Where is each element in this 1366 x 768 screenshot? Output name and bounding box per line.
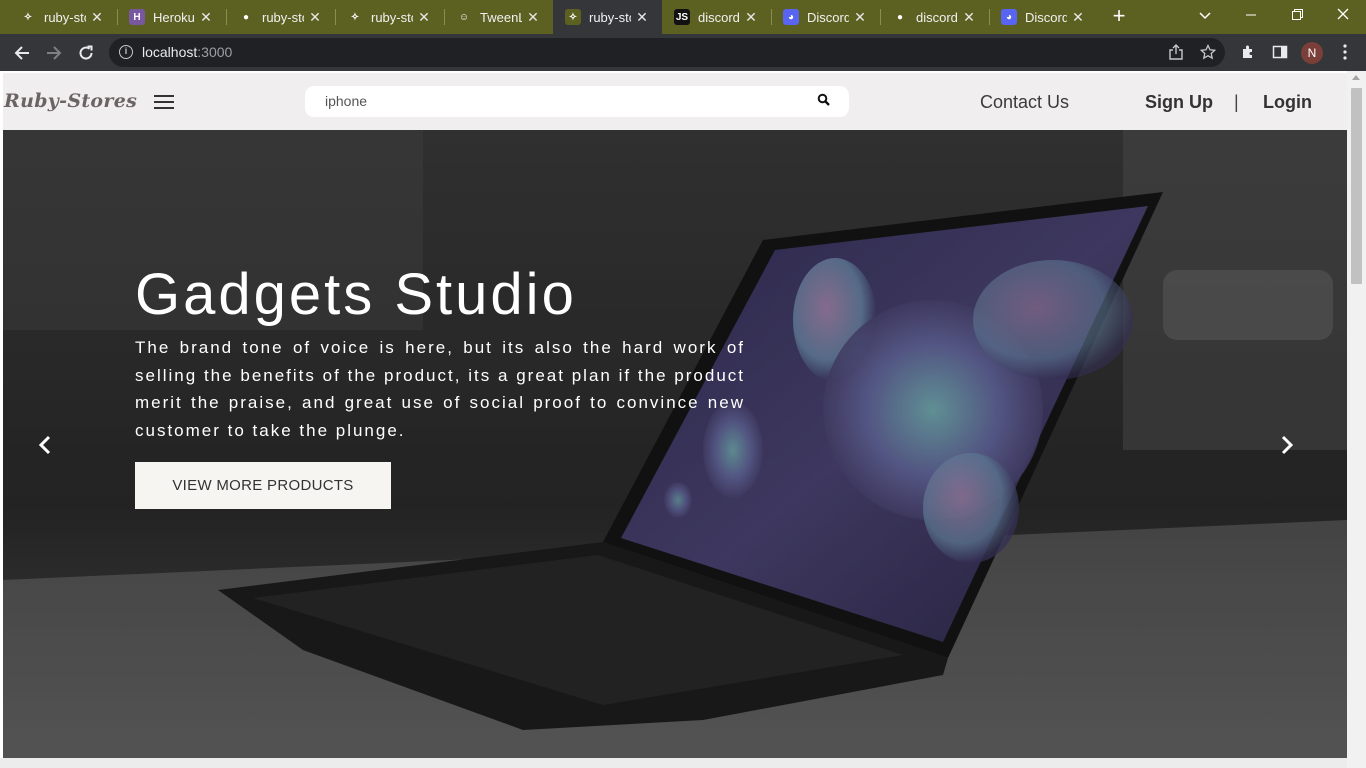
discordjs-icon: JS [674, 9, 690, 25]
profile-avatar[interactable]: N [1301, 42, 1323, 64]
heroku-icon: H [129, 9, 145, 25]
browser-tab[interactable]: ✧ ruby-sto✕ [335, 0, 444, 34]
horizontal-scrollbar[interactable] [0, 758, 1347, 768]
tab-title: ruby-sto [262, 9, 304, 25]
minimize-icon [1246, 14, 1256, 16]
url-text[interactable]: localhost:3000 [142, 44, 232, 60]
close-tab-icon[interactable]: ✕ [1070, 9, 1086, 25]
hero-laptop-image [3, 130, 1347, 758]
minimize-button[interactable] [1228, 0, 1274, 32]
close-tab-icon[interactable]: ✕ [961, 9, 977, 25]
github-icon: ● [892, 9, 908, 25]
sign-up-link[interactable]: Sign Up [1145, 92, 1213, 113]
back-button[interactable] [10, 41, 34, 65]
arrow-right-icon [47, 46, 62, 60]
carousel-prev-button[interactable] [35, 430, 55, 460]
browser-tab[interactable]: ☺ TweenLi✕ [444, 0, 553, 34]
scroll-up-arrow-icon[interactable] [1352, 75, 1360, 80]
hero-text-block: Gadgets Studio The brand tone of voice i… [135, 260, 745, 444]
discord-icon: ◕ [783, 9, 799, 25]
search-bar [305, 86, 849, 117]
tab-search-button[interactable] [1182, 0, 1228, 32]
chevron-down-icon [1199, 12, 1211, 20]
tab-title: TweenLi [480, 9, 522, 25]
page-viewport: Ruby-Stores Contact Us Sign Up | Login [0, 71, 1366, 768]
tab-title: discord- [916, 9, 958, 25]
tab-title: ruby-sto [589, 9, 631, 25]
close-tab-icon[interactable]: ✕ [743, 9, 759, 25]
tab-title: discord.j [698, 9, 740, 25]
vertical-scrollbar[interactable] [1347, 71, 1366, 768]
tab-title: Discord [807, 9, 849, 25]
bookmark-star-icon[interactable] [1199, 43, 1217, 62]
new-tab-button[interactable]: + [1108, 5, 1130, 27]
restore-button[interactable] [1274, 0, 1320, 32]
url-host: localhost [142, 44, 198, 60]
close-tab-icon[interactable]: ✕ [416, 9, 432, 25]
close-icon [1337, 8, 1349, 20]
close-tab-icon[interactable]: ✕ [198, 9, 214, 25]
address-bar[interactable]: i localhost:3000 [109, 38, 1225, 67]
tab-title: ruby-sto [371, 9, 413, 25]
scrollbar-thumb[interactable] [1351, 88, 1362, 284]
extensions-puzzle-icon[interactable] [1238, 41, 1258, 63]
browser-tab[interactable]: ◕ Discord ✕ [989, 0, 1098, 34]
hero-carousel: Gadgets Studio The brand tone of voice i… [3, 130, 1347, 758]
browser-tab[interactable]: ✧ ruby-sto✕ [8, 0, 117, 34]
close-tab-icon[interactable]: ✕ [89, 9, 105, 25]
site-logo[interactable]: Ruby-Stores [4, 90, 137, 112]
share-icon[interactable] [1167, 44, 1185, 62]
hero-description: The brand tone of voice is here, but its… [135, 338, 745, 440]
hero-title: Gadgets Studio [135, 262, 577, 327]
browser-tab[interactable]: JS discord.j✕ [662, 0, 771, 34]
page-frame: Ruby-Stores Contact Us Sign Up | Login [3, 73, 1347, 758]
browser-tab[interactable]: H Heroku |✕ [117, 0, 226, 34]
restore-icon [1291, 9, 1303, 20]
hamburger-menu-icon[interactable] [154, 95, 174, 109]
close-tab-icon[interactable]: ✕ [525, 9, 541, 25]
forward-button[interactable] [42, 41, 66, 65]
browser-menu-icon[interactable] [1335, 41, 1355, 63]
close-window-button[interactable] [1320, 0, 1366, 32]
contact-us-link[interactable]: Contact Us [980, 92, 1069, 113]
browser-tab[interactable]: ◕ Discord ✕ [771, 0, 880, 34]
close-tab-icon[interactable]: ✕ [634, 9, 650, 25]
ruby-gem-icon: ✧ [347, 9, 363, 25]
tab-title: ruby-sto [44, 9, 86, 25]
close-tab-icon[interactable]: ✕ [852, 9, 868, 25]
arrow-left-icon [14, 46, 29, 60]
nav-separator: | [1234, 92, 1239, 112]
browser-tab[interactable]: ● discord- ✕ [880, 0, 989, 34]
search-icon[interactable] [817, 93, 831, 107]
site-info-icon[interactable]: i [119, 45, 133, 59]
side-panel-icon[interactable] [1270, 41, 1290, 63]
reload-icon [79, 45, 93, 60]
url-port: :3000 [197, 44, 233, 60]
close-tab-icon[interactable]: ✕ [307, 9, 323, 25]
chevron-right-icon [1281, 435, 1294, 455]
ruby-gem-icon: ✧ [565, 9, 581, 25]
browser-tab[interactable]: ✧ ruby-sto✕ [553, 0, 662, 34]
ruby-gem-icon: ✧ [20, 9, 36, 25]
github-icon: ● [238, 9, 254, 25]
tweenlite-icon: ☺ [456, 9, 472, 25]
browser-toolbar: i localhost:3000 [0, 34, 1366, 71]
discord-icon: ◕ [1001, 9, 1017, 25]
browser-tab-strip: ✧ruby-sto✕HHeroku |✕●ruby-sto✕✧ruby-sto✕… [0, 0, 1366, 34]
browser-tab[interactable]: ● ruby-sto✕ [226, 0, 335, 34]
tab-title: Heroku | [153, 9, 195, 25]
reload-button[interactable] [74, 41, 98, 65]
login-link[interactable]: Login [1263, 92, 1312, 113]
site-navbar: Ruby-Stores Contact Us Sign Up | Login [3, 73, 1347, 130]
view-more-products-button[interactable]: VIEW MORE PRODUCTS [135, 462, 391, 509]
search-input[interactable] [325, 93, 805, 109]
tab-title: Discord [1025, 9, 1067, 25]
chevron-left-icon [38, 435, 51, 455]
carousel-next-button[interactable] [1277, 430, 1297, 460]
